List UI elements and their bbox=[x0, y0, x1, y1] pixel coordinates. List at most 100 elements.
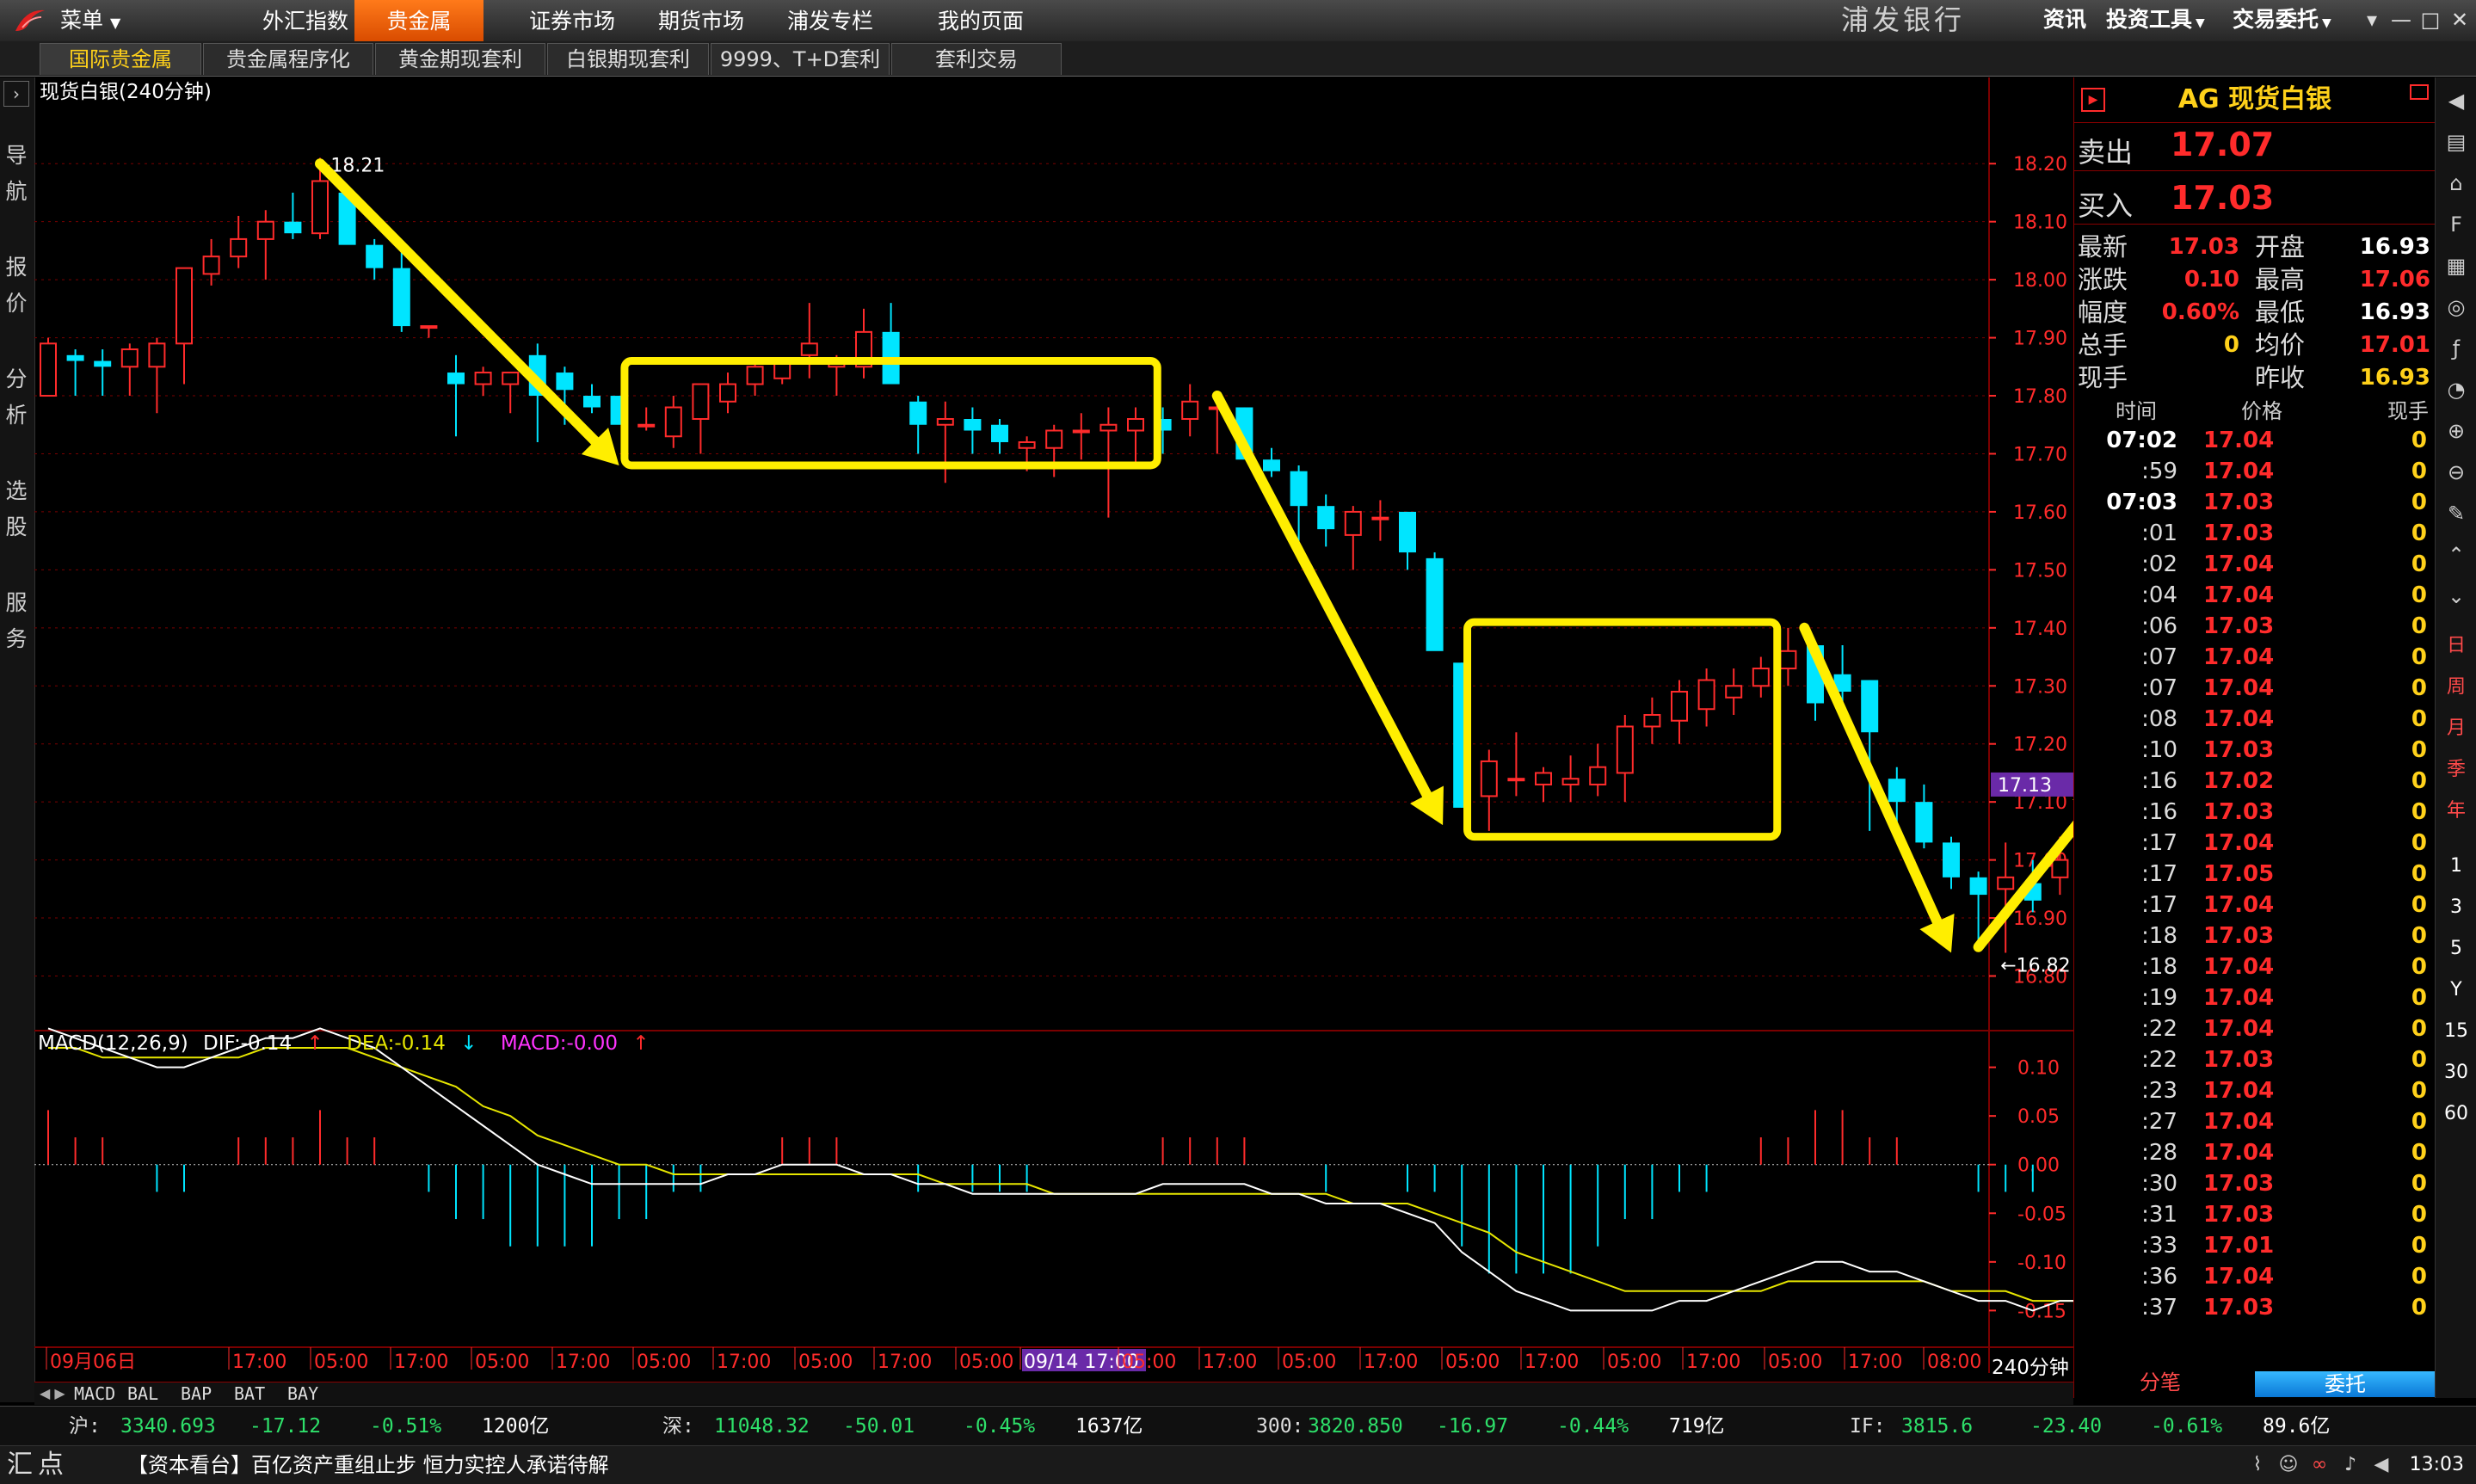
candle[interactable] bbox=[392, 250, 410, 332]
buy-price[interactable]: 17.03 bbox=[2171, 179, 2274, 217]
zoom-in-icon[interactable]: ⊕ bbox=[2436, 413, 2476, 449]
nav-tab-5[interactable]: 我的页面 bbox=[895, 0, 1067, 41]
indicator-tab-bap[interactable]: BAP bbox=[181, 1382, 212, 1405]
tick-detail-button[interactable]: 分笔 bbox=[2074, 1368, 2246, 1397]
candle[interactable] bbox=[1779, 627, 1797, 687]
candle[interactable] bbox=[176, 267, 193, 385]
nav-tab-0[interactable]: 外汇指数 bbox=[241, 0, 370, 41]
top-tool-0[interactable]: 资讯 bbox=[2043, 0, 2086, 41]
candle[interactable] bbox=[1725, 668, 1743, 715]
indicator-tab-bal[interactable]: BAL bbox=[127, 1382, 158, 1405]
leftnav-item-1[interactable]: 报价 bbox=[5, 249, 28, 322]
f10-icon[interactable]: F bbox=[2436, 206, 2476, 243]
candle[interactable] bbox=[230, 215, 248, 268]
minute-button-1[interactable]: 1 bbox=[2436, 848, 2476, 884]
candle[interactable] bbox=[148, 337, 166, 414]
main-menu-button[interactable]: 菜单 ▼ bbox=[60, 5, 120, 36]
candle[interactable] bbox=[1127, 407, 1144, 465]
top-tool-1[interactable]: 投资工具 ▼ bbox=[2106, 0, 2205, 41]
candle[interactable] bbox=[583, 384, 601, 414]
minute-button-Y[interactable]: Y bbox=[2436, 972, 2476, 1008]
candle[interactable] bbox=[256, 210, 274, 280]
back-icon[interactable]: ◀ bbox=[2436, 83, 2476, 119]
candle[interactable] bbox=[40, 337, 57, 397]
candle[interactable] bbox=[1317, 494, 1335, 547]
candle[interactable] bbox=[1263, 447, 1280, 477]
candle[interactable] bbox=[855, 308, 872, 379]
minute-button-15[interactable]: 15 bbox=[2436, 1013, 2476, 1050]
mouse-icon[interactable]: ◔ bbox=[2436, 372, 2476, 408]
candle[interactable] bbox=[1643, 697, 1661, 744]
period-button-3[interactable]: 季 bbox=[2436, 752, 2476, 788]
minute-button-5[interactable]: 5 bbox=[2436, 931, 2476, 967]
candle[interactable] bbox=[1535, 767, 1552, 803]
kline-chart-svg[interactable]: 18.20 18.10 18.00 17.90 17.80 17.70 17.60 17.50… bbox=[34, 77, 2073, 1382]
minute-button-3[interactable]: 3 bbox=[2436, 890, 2476, 926]
candle[interactable] bbox=[1399, 511, 1416, 570]
candle[interactable] bbox=[1697, 668, 1715, 727]
zoom-out-icon[interactable]: ⊖ bbox=[2436, 454, 2476, 490]
candle[interactable] bbox=[1943, 836, 1960, 890]
popout-icon[interactable] bbox=[2410, 84, 2429, 100]
candle[interactable] bbox=[1616, 714, 1634, 803]
subtab-4[interactable]: 9999、T+D套利 bbox=[711, 43, 890, 75]
period-button-0[interactable]: 日 bbox=[2436, 628, 2476, 664]
nav-tab-3[interactable]: 期货市场 bbox=[628, 0, 774, 41]
candle[interactable] bbox=[964, 407, 982, 454]
candle[interactable] bbox=[882, 303, 900, 385]
candle[interactable] bbox=[120, 343, 139, 397]
candle[interactable] bbox=[420, 325, 438, 338]
candle[interactable] bbox=[284, 192, 302, 239]
minute-button-60[interactable]: 60 bbox=[2436, 1096, 2476, 1132]
expand-arrow-icon[interactable]: › bbox=[3, 81, 29, 107]
minute-button-30[interactable]: 30 bbox=[2436, 1055, 2476, 1091]
close-icon[interactable]: ✕ bbox=[2445, 5, 2474, 34]
period-label[interactable]: 240分钟 bbox=[1992, 1351, 2069, 1380]
candle[interactable] bbox=[1915, 784, 1933, 849]
candle[interactable] bbox=[909, 396, 927, 454]
subtab-0[interactable]: 国际贵金属 bbox=[40, 43, 201, 75]
leftnav-item-2[interactable]: 分析 bbox=[5, 361, 28, 434]
period-button-2[interactable]: 月 bbox=[2436, 711, 2476, 747]
leftnav-item-4[interactable]: 服务 bbox=[5, 585, 28, 657]
maximize-icon[interactable]: □ bbox=[2416, 5, 2445, 34]
chart-icon[interactable]: ⌂ bbox=[2436, 165, 2476, 201]
indicator-tab-bat[interactable]: BAT bbox=[234, 1382, 265, 1405]
subtab-3[interactable]: 白银期现套利 bbox=[547, 43, 709, 75]
candle[interactable] bbox=[66, 349, 84, 397]
candle[interactable] bbox=[1072, 413, 1090, 460]
candle[interactable] bbox=[474, 366, 492, 397]
down-icon[interactable]: ⌄ bbox=[2436, 578, 2476, 614]
candle[interactable] bbox=[366, 238, 384, 280]
dropdown-icon[interactable]: ▾ bbox=[2357, 5, 2387, 34]
period-button-4[interactable]: 年 bbox=[2436, 793, 2476, 829]
delegate-button[interactable]: 委托 bbox=[2255, 1371, 2436, 1397]
candle[interactable] bbox=[719, 373, 736, 414]
news-headline[interactable]: 【资本看台】百亿资产重组止步 恒力实控人承诺待解 bbox=[127, 1446, 609, 1484]
candle[interactable] bbox=[800, 303, 818, 379]
candle[interactable] bbox=[664, 396, 682, 448]
link-icon[interactable]: ∞ bbox=[2307, 1453, 2331, 1477]
candle[interactable] bbox=[1589, 743, 1607, 797]
period-button-1[interactable]: 周 bbox=[2436, 669, 2476, 705]
subtab-5[interactable]: 套利交易 bbox=[891, 43, 1062, 75]
candle[interactable] bbox=[1480, 749, 1498, 831]
rss-icon[interactable]: ⌇ bbox=[2245, 1453, 2270, 1477]
person-icon[interactable]: ☺ bbox=[2276, 1453, 2300, 1477]
candle[interactable] bbox=[1561, 755, 1580, 803]
leftnav-item-3[interactable]: 选股 bbox=[5, 473, 28, 545]
candle[interactable] bbox=[1181, 384, 1199, 437]
candle[interactable] bbox=[1997, 842, 2015, 953]
fx-icon[interactable]: ƒ bbox=[2436, 330, 2476, 366]
candle[interactable] bbox=[746, 360, 764, 397]
candle[interactable] bbox=[991, 419, 1008, 454]
candle[interactable] bbox=[94, 349, 112, 397]
subtab-1[interactable]: 贵金属程序化 bbox=[203, 43, 373, 75]
leftnav-item-0[interactable]: 导航 bbox=[5, 138, 28, 210]
candle[interactable] bbox=[936, 401, 954, 483]
kline-chart-area[interactable]: 18.20 18.10 18.00 17.90 17.80 17.70 17.60 17.50… bbox=[34, 77, 2073, 1398]
candle[interactable] bbox=[1752, 656, 1770, 698]
nav-tab-4[interactable]: 浦发专栏 bbox=[757, 0, 903, 41]
subtab-2[interactable]: 黄金期现套利 bbox=[375, 43, 545, 75]
candle[interactable] bbox=[202, 238, 220, 286]
